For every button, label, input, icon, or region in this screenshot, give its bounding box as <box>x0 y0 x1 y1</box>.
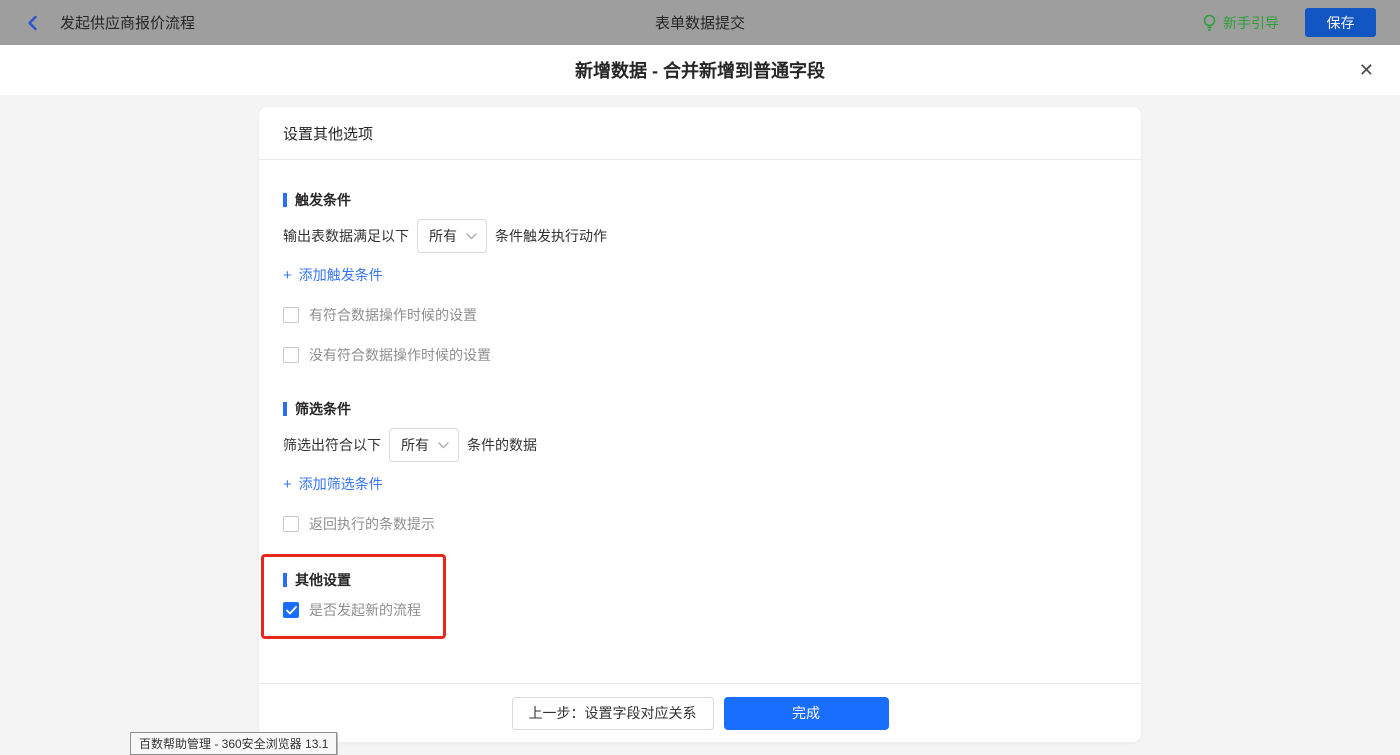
modal-title: 新增数据 - 合并新增到普通字段 <box>575 61 825 81</box>
filter-section-label: 筛选条件 <box>295 401 351 417</box>
filter-row-prefix: 筛选出符合以下 <box>283 437 381 453</box>
modal-header: 新增数据 - 合并新增到普通字段 ✕ <box>0 45 1400 95</box>
filter-section: 筛选条件 筛选出符合以下 所有 条件的数据 + 添加筛选条件 返回执行的条数提示 <box>283 399 1117 534</box>
beginner-guide-label: 新手引导 <box>1223 14 1279 31</box>
close-icon[interactable]: ✕ <box>1359 61 1374 79</box>
return-count-label: 返回执行的条数提示 <box>309 516 435 532</box>
return-count-checkbox-row[interactable]: 返回执行的条数提示 <box>283 514 1117 534</box>
modal-content: 设置其他选项 触发条件 输出表数据满足以下 所有 条件触发执行动作 + 添加触发… <box>0 95 1400 755</box>
filter-condition-row: 筛选出符合以下 所有 条件的数据 <box>283 428 1117 462</box>
other-section-label: 其他设置 <box>295 572 351 588</box>
other-section-title: 其他设置 <box>283 570 443 590</box>
filter-condition-select[interactable]: 所有 <box>389 428 459 462</box>
trigger-row-suffix: 条件触发执行动作 <box>495 228 607 244</box>
trigger-select-value: 所有 <box>429 228 457 244</box>
trigger-section-label: 触发条件 <box>295 192 351 208</box>
trigger-section-title: 触发条件 <box>283 190 1117 210</box>
flow-title: 发起供应商报价流程 <box>60 15 196 32</box>
plus-icon: + <box>283 266 292 284</box>
checkbox-unchecked[interactable] <box>283 516 299 532</box>
trigger-section: 触发条件 输出表数据满足以下 所有 条件触发执行动作 + 添加触发条件 有符合数… <box>283 190 1117 365</box>
add-filter-condition-label: 添加筛选条件 <box>298 476 383 492</box>
start-new-flow-label: 是否发起新的流程 <box>309 602 421 618</box>
filter-section-title: 筛选条件 <box>283 399 1117 419</box>
filter-row-suffix: 条件的数据 <box>467 437 537 453</box>
section-accent-bar <box>283 573 287 587</box>
section-accent-bar <box>283 193 287 207</box>
save-button[interactable]: 保存 <box>1305 8 1376 37</box>
settings-card: 设置其他选项 触发条件 输出表数据满足以下 所有 条件触发执行动作 + 添加触发… <box>259 107 1141 742</box>
checkmark-icon <box>285 605 297 614</box>
trigger-condition-select[interactable]: 所有 <box>417 219 487 253</box>
add-trigger-condition-link[interactable]: + 添加触发条件 <box>283 265 383 285</box>
add-filter-condition-link[interactable]: + 添加筛选条件 <box>283 474 383 494</box>
card-title: 设置其他选项 <box>259 107 1141 160</box>
back-icon[interactable] <box>24 14 42 32</box>
section-accent-bar <box>283 402 287 416</box>
card-footer: 上一步：设置字段对应关系 完成 <box>259 683 1141 742</box>
card-body: 触发条件 输出表数据满足以下 所有 条件触发执行动作 + 添加触发条件 有符合数… <box>259 160 1141 683</box>
chevron-down-icon <box>466 232 477 240</box>
has-matching-data-label: 有符合数据操作时候的设置 <box>309 307 477 323</box>
other-settings-highlight-box: 其他设置 是否发起新的流程 <box>261 554 446 639</box>
topbar-page-title: 表单数据提交 <box>654 15 745 32</box>
trigger-condition-row: 输出表数据满足以下 所有 条件触发执行动作 <box>283 219 1117 253</box>
beginner-guide-link[interactable]: 新手引导 <box>1202 13 1279 33</box>
filter-select-value: 所有 <box>401 437 429 453</box>
checkbox-checked[interactable] <box>283 602 299 618</box>
checkbox-unchecked[interactable] <box>283 347 299 363</box>
has-matching-data-checkbox-row[interactable]: 有符合数据操作时候的设置 <box>283 305 1117 325</box>
start-new-flow-checkbox-row[interactable]: 是否发起新的流程 <box>283 600 443 620</box>
done-button[interactable]: 完成 <box>723 696 889 730</box>
add-trigger-condition-label: 添加触发条件 <box>298 267 383 283</box>
topbar: 发起供应商报价流程 表单数据提交 新手引导 保存 <box>0 0 1400 45</box>
no-matching-data-checkbox-row[interactable]: 没有符合数据操作时候的设置 <box>283 345 1117 365</box>
chevron-down-icon <box>438 441 449 449</box>
plus-icon: + <box>283 475 292 493</box>
previous-step-button[interactable]: 上一步：设置字段对应关系 <box>511 696 714 730</box>
trigger-row-prefix: 输出表数据满足以下 <box>283 228 409 244</box>
no-matching-data-label: 没有符合数据操作时候的设置 <box>309 347 491 363</box>
checkbox-unchecked[interactable] <box>283 307 299 323</box>
lightbulb-icon <box>1202 14 1217 32</box>
browser-tooltip: 百数帮助管理 - 360安全浏览器 13.1 <box>130 732 338 755</box>
